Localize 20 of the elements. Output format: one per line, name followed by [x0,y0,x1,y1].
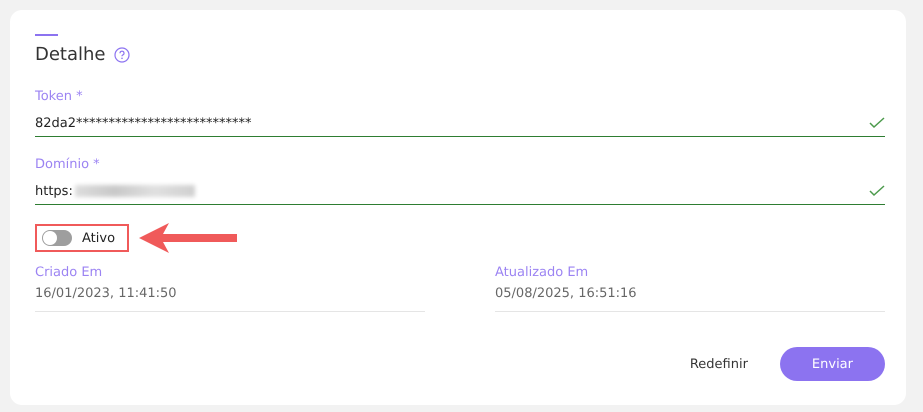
input-field[interactable]: 82da2*************************** [35,110,885,137]
title-accent [35,34,58,36]
submit-button[interactable]: Enviar [780,347,885,381]
arrow-icon [139,223,238,253]
section-title: Detalhe [35,44,106,65]
field-label: Token * [35,89,84,104]
check-icon [869,185,885,197]
meta-label: Criado Em [35,265,104,280]
meta-label: Atualizado Em [495,265,590,280]
meta-value: 05/08/2025, 16:51:16 [495,286,638,301]
help-icon[interactable] [114,46,130,62]
check-icon [869,117,885,129]
field-value: 82da2*************************** [35,116,252,130]
reset-button[interactable]: Redefinir [680,347,758,381]
input-field[interactable]: https: [35,178,885,205]
toggle-switch[interactable] [42,230,72,246]
field-value: https: [35,184,73,198]
toggle-label: Ativo [82,230,116,246]
meta-value: 16/01/2023, 11:41:50 [35,286,178,301]
field-label: Domínio * [35,157,101,172]
